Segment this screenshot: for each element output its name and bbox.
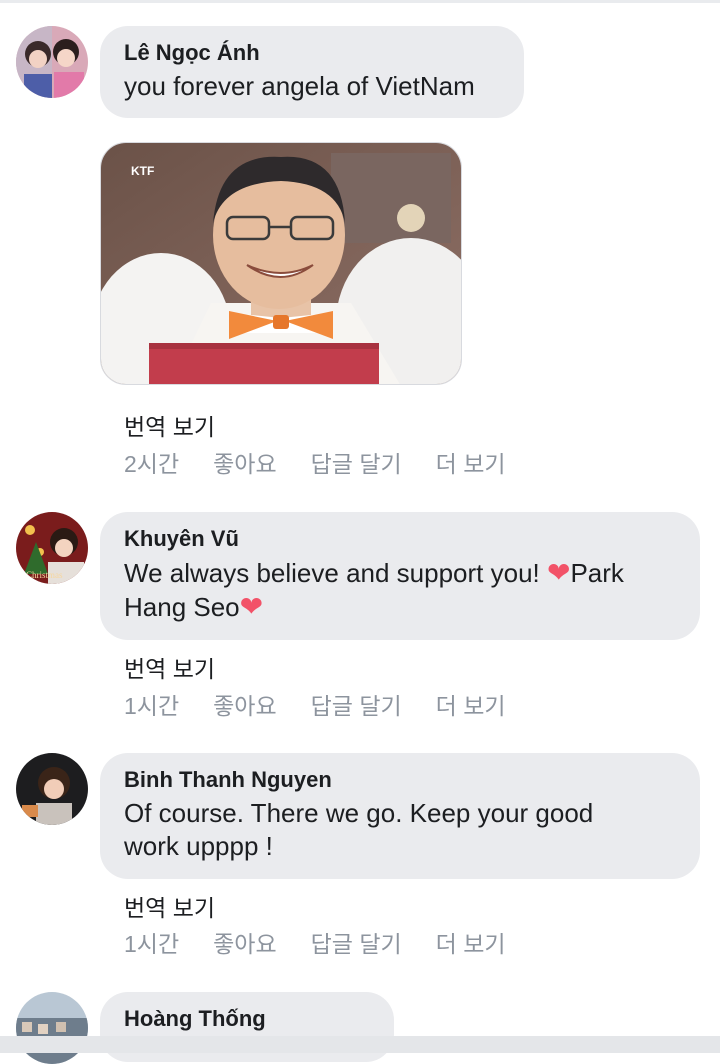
comment-bubble: Binh Thanh Nguyen Of course. There we go… (100, 753, 700, 879)
comment-author[interactable]: Khuyên Vũ (124, 526, 676, 552)
comment-actions: 2시간 좋아요 답글 달기 더 보기 (124, 445, 540, 479)
comment-bubble: Lê Ngọc Ánh you forever angela of VietNa… (100, 26, 524, 118)
svg-text:Christmas: Christmas (26, 570, 63, 580)
like-button[interactable]: 좋아요 (213, 445, 276, 479)
avatar[interactable] (16, 992, 88, 1064)
avatar[interactable] (16, 753, 88, 825)
comment-text-part: Hang Seo (124, 592, 240, 622)
comment-photo[interactable]: KTF (100, 142, 462, 385)
comment-author[interactable]: Binh Thanh Nguyen (124, 767, 676, 793)
comment-time[interactable]: 2시간 (124, 445, 179, 479)
comment-text: We always believe and support you! ❤Park… (124, 556, 676, 624)
comment-actions: 1시간 좋아요 답글 달기 더 보기 (124, 925, 540, 959)
comment-bubble: Khuyên Vũ We always believe and support … (100, 512, 700, 640)
bottom-bar (0, 1036, 720, 1053)
more-button[interactable]: 더 보기 (436, 445, 506, 479)
comment-actions: 1시간 좋아요 답글 달기 더 보기 (124, 687, 540, 721)
heart-icon: ❤ (546, 557, 571, 588)
comment-text-part: Park (570, 558, 624, 588)
more-button[interactable]: 더 보기 (436, 925, 506, 959)
comment-author[interactable]: Lê Ngọc Ánh (124, 40, 500, 66)
reply-button[interactable]: 답글 달기 (311, 925, 402, 959)
reply-button[interactable]: 답글 달기 (311, 445, 402, 479)
comment-text-part: We always believe and support you! (124, 558, 547, 588)
comment-text: you forever angela of VietNam (124, 71, 475, 101)
reply-button[interactable]: 답글 달기 (311, 687, 402, 721)
photo-watermark: KTF (131, 164, 154, 178)
comment-time[interactable]: 1시간 (124, 925, 179, 959)
like-button[interactable]: 좋아요 (213, 687, 276, 721)
heart-icon: ❤ (239, 591, 264, 622)
translate-link[interactable]: 번역 보기 (124, 408, 215, 442)
avatar[interactable]: Christmas (16, 512, 88, 584)
translate-link[interactable]: 번역 보기 (124, 650, 215, 684)
comment-time[interactable]: 1시간 (124, 687, 179, 721)
more-button[interactable]: 더 보기 (436, 687, 506, 721)
top-divider (0, 0, 720, 3)
translate-link[interactable]: 번역 보기 (124, 889, 215, 923)
comment-text: Of course. There we go. Keep your good w… (124, 798, 594, 861)
avatar[interactable] (16, 26, 88, 98)
comment-author[interactable]: Hoàng Thống (124, 1006, 370, 1032)
like-button[interactable]: 좋아요 (213, 925, 276, 959)
